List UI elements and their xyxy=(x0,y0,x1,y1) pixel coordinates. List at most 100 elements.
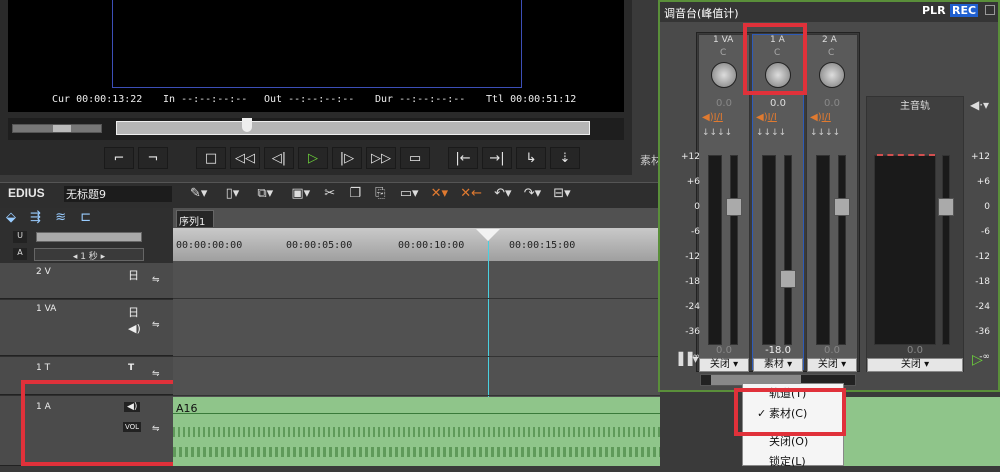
mark-in-button[interactable]: ⌐ xyxy=(104,147,134,169)
play-icon[interactable]: ▷ xyxy=(972,352,983,368)
title-track-icon[interactable]: T xyxy=(128,363,134,373)
new-sequence-icon[interactable]: ▯▾ xyxy=(226,186,240,201)
copy-icon[interactable]: ❐ xyxy=(349,186,361,201)
db-scale-label: -∞ xyxy=(689,352,700,362)
fader-track xyxy=(784,155,792,345)
marker-icon[interactable]: ⊟▾ xyxy=(553,186,570,201)
channel-value: 0.0 xyxy=(770,98,786,109)
mark-out-button[interactable]: ¬ xyxy=(138,147,168,169)
sequence-tab[interactable]: 序列1 xyxy=(176,210,214,228)
track-expand-icon[interactable]: ⇋ xyxy=(152,275,160,285)
mixer-title: 调音台(峰值计) xyxy=(660,2,998,22)
panel-divider xyxy=(632,0,660,175)
insert-button[interactable]: ↳ xyxy=(516,147,546,169)
pan-knob[interactable] xyxy=(819,62,845,88)
loop-button[interactable]: ▭ xyxy=(400,147,430,169)
track-row[interactable]: 2 V 日 ⇋ xyxy=(0,263,173,299)
step-forward-button[interactable]: |▷ xyxy=(332,147,362,169)
mute-solo-icons[interactable]: ◀)I/I xyxy=(702,112,723,123)
rewind-button[interactable]: ◁◁ xyxy=(230,147,260,169)
db-scale-label: -18 xyxy=(685,277,700,287)
volume-fader[interactable] xyxy=(834,198,850,216)
transport-controls: ⌐ ¬ □ ◁◁ ◁| ▷ |▷ ▷▷ ▭ |← →| ↳ ⇣ xyxy=(104,146,580,170)
out-timecode: Out --:--:--:-- xyxy=(264,94,355,105)
volume-fader[interactable] xyxy=(726,198,742,216)
volume-fader[interactable] xyxy=(780,270,796,288)
track-row[interactable]: 1 VA 日 ◀) ⇋ xyxy=(0,300,173,356)
shuttle-slider[interactable] xyxy=(12,124,102,133)
cut-icon[interactable]: ✂ xyxy=(324,186,335,201)
timeline-cursor-handle[interactable] xyxy=(476,229,500,241)
new-project-icon[interactable]: ✎▾ xyxy=(190,186,207,201)
step-back-button[interactable]: ◁| xyxy=(264,147,294,169)
ripple-delete-icon[interactable]: ✕← xyxy=(460,186,482,201)
fast-forward-button[interactable]: ▷▷ xyxy=(366,147,396,169)
ruler-time: 00:00:05:00 xyxy=(286,240,353,251)
automation-icons[interactable]: ↓↓↓↓ xyxy=(756,128,786,138)
cur-timecode: Cur 00:00:13:22 xyxy=(52,94,143,105)
undo-icon[interactable]: ↶▾ xyxy=(494,186,511,201)
db-scale-label: 0 xyxy=(694,202,700,212)
timescale-select[interactable]: ◂ 1 秒 ▸ xyxy=(34,248,144,262)
track-tool-icons: ⬙ ⇶ ≋ ⊏ xyxy=(6,210,91,225)
track-expand-icon[interactable]: ⇋ xyxy=(152,369,160,379)
master-mode-select[interactable]: 关闭 ▾ xyxy=(867,358,963,372)
scrub-bar[interactable] xyxy=(8,118,624,140)
pan-knob[interactable] xyxy=(711,62,737,88)
master-level-meter xyxy=(874,154,936,345)
level-meter xyxy=(762,155,776,345)
fader-track xyxy=(730,155,738,345)
sync-icon[interactable]: ⇶ xyxy=(30,210,41,225)
channel-mode-select[interactable]: 素材 ▾ xyxy=(753,358,803,372)
channel-mode-select[interactable]: 关闭 ▾ xyxy=(699,358,749,372)
menu-item-lock[interactable]: 锁定(L) xyxy=(743,452,843,472)
add-track-icon[interactable]: ⬙ xyxy=(6,210,16,225)
track-video-icon[interactable]: 日 xyxy=(128,304,139,320)
zoom-slider[interactable] xyxy=(36,232,142,242)
prev-edit-button[interactable]: |← xyxy=(448,147,478,169)
close-icon[interactable] xyxy=(985,5,995,15)
db-scale-label: -12 xyxy=(685,252,700,262)
redo-icon[interactable]: ↷▾ xyxy=(524,186,541,201)
master-volume-fader[interactable] xyxy=(938,198,954,216)
open-icon[interactable]: ⧉▾ xyxy=(257,186,273,201)
db-scale-label: -12 xyxy=(975,252,990,262)
stop-button[interactable]: □ xyxy=(196,147,226,169)
sync-lock-icon[interactable]: A xyxy=(13,248,27,260)
link-icon[interactable]: ⊏ xyxy=(80,210,91,225)
save-icon[interactable]: ▣▾ xyxy=(291,186,310,201)
rec-badge[interactable]: REC xyxy=(950,4,979,17)
track-video-icon[interactable]: 日 xyxy=(128,267,139,283)
automation-icons[interactable]: ↓↓↓↓ xyxy=(702,128,732,138)
speaker-menu-icon[interactable]: ◀·▾ xyxy=(970,98,989,112)
toolbar-icons: ✎▾ ▯▾ ⧉▾ ▣▾ ✂ ❐ ⎘ ▭▾ ✕▾ ✕← ↶▾ ↷▾ ⊟▾ xyxy=(190,186,571,201)
automation-icons[interactable]: ↓↓↓↓ xyxy=(810,128,840,138)
next-edit-button[interactable]: →| xyxy=(482,147,512,169)
channel-mode-select[interactable]: 关闭 ▾ xyxy=(807,358,857,372)
channel-level: 0.0 xyxy=(824,345,840,356)
speaker-icon[interactable]: ◀) xyxy=(128,322,141,335)
master-name: 主音轨 xyxy=(900,101,930,112)
waveform-icon[interactable]: ≋ xyxy=(55,210,66,225)
playhead-handle[interactable] xyxy=(242,118,252,132)
plr-label: PLR xyxy=(922,4,946,17)
db-scale-label: +6 xyxy=(686,177,700,187)
magnet-icon[interactable]: U xyxy=(13,231,27,243)
position-track[interactable] xyxy=(116,121,590,135)
mute-solo-icons[interactable]: ◀)I/I xyxy=(810,112,831,123)
ttl-timecode: Ttl 00:00:51:12 xyxy=(486,94,577,105)
mute-solo-icons[interactable]: ◀)I/I xyxy=(756,112,777,123)
master-fader-track xyxy=(942,155,950,345)
play-button[interactable]: ▷ xyxy=(298,147,328,169)
db-scale-label: 0 xyxy=(984,202,990,212)
audio-clip[interactable] xyxy=(173,397,660,466)
channel-value: 0.0 xyxy=(716,98,732,109)
overwrite-button[interactable]: ⇣ xyxy=(550,147,580,169)
track-expand-icon[interactable]: ⇋ xyxy=(152,320,160,330)
ruler-time: 00:00:10:00 xyxy=(398,240,465,251)
replace-icon[interactable]: ▭▾ xyxy=(400,186,419,201)
paste-icon[interactable]: ⎘ xyxy=(375,186,385,201)
delete-icon[interactable]: ✕▾ xyxy=(431,186,448,201)
pan-label: C xyxy=(828,48,835,58)
project-name: 无标题9 xyxy=(64,186,172,202)
